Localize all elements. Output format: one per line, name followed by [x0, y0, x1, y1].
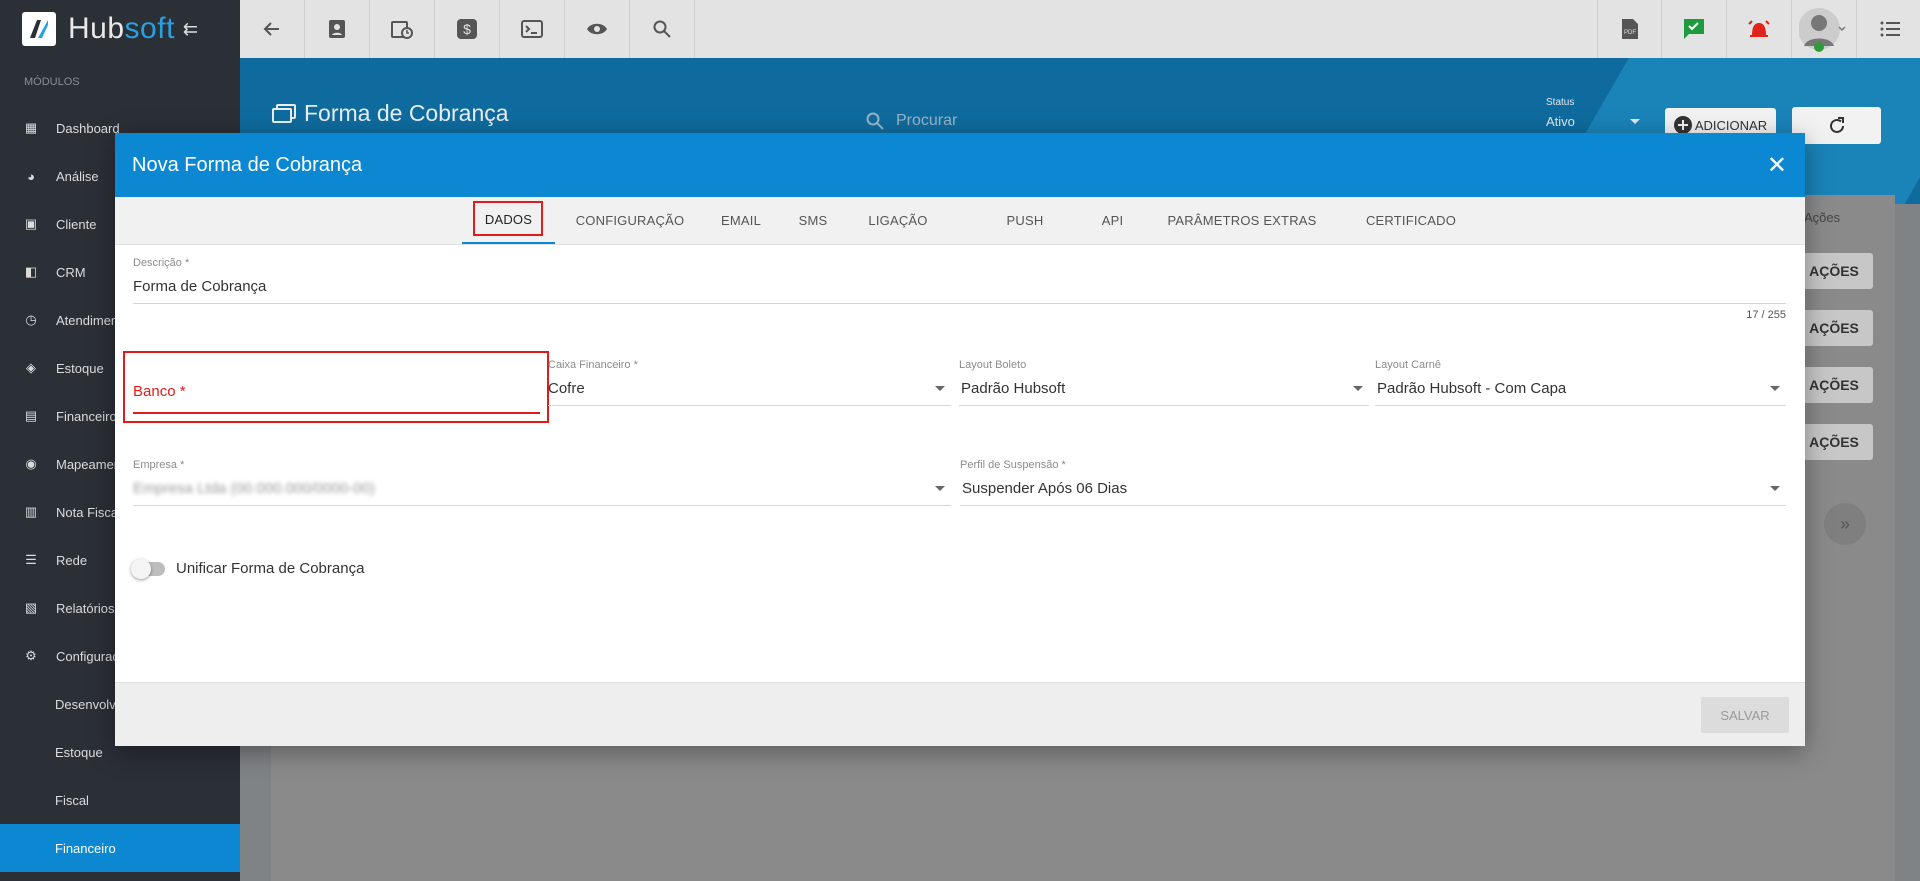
back-arrow-icon[interactable] [240, 0, 305, 58]
row-actions-button[interactable]: AÇÕES [1795, 424, 1873, 460]
description-input[interactable]: Forma de Cobrança [133, 278, 1786, 303]
user-avatar-icon[interactable] [1792, 0, 1857, 58]
unify-billing-toggle[interactable]: Unificar Forma de Cobrança [131, 558, 365, 579]
chevron-down-icon [935, 386, 945, 391]
sidebar-subitem-fiscal[interactable]: Fiscal [0, 776, 240, 824]
actions-column-header: Ações [1804, 210, 1841, 225]
page-title: Forma de Cobrança [272, 100, 509, 127]
sidebar-subitem-financeiro[interactable]: Financeiro [0, 824, 240, 872]
eye-icon[interactable] [565, 0, 630, 58]
company-value: Empresa Ltda (00.000.000/0000-00) [133, 480, 375, 497]
tab-api[interactable]: API [1081, 197, 1144, 244]
collapse-menu-icon[interactable]: ⇇ [183, 19, 198, 40]
calendar-icon: ◷ [25, 312, 37, 327]
new-billing-method-dialog: Nova Forma de Cobrança ✕ DADOS CONFIGURA… [115, 133, 1805, 746]
dialog-tabs: DADOS CONFIGURAÇÃO EMAIL SMS LIGAÇÃO PUS… [115, 197, 1805, 245]
list-menu-icon[interactable] [1857, 0, 1920, 58]
suspension-profile-select[interactable]: Perfil de Suspensão * Suspender Após 06 … [960, 459, 1786, 506]
dollar-icon[interactable]: $ [435, 0, 500, 58]
grid-icon: ▦ [24, 120, 38, 135]
search-icon [866, 112, 884, 130]
unify-billing-label: Unificar Forma de Cobrança [176, 560, 365, 577]
tab-parametros-extras[interactable]: PARÂMETROS EXTRAS [1149, 197, 1335, 244]
calendar-clock-icon[interactable] [370, 0, 435, 58]
close-icon[interactable]: ✕ [1767, 151, 1787, 180]
chevron-down-icon [1353, 386, 1363, 391]
company-label: Empresa * [133, 459, 185, 471]
pie-chart-icon: ◕ [27, 168, 35, 184]
description-field[interactable]: Descrição * Forma de Cobrança [133, 257, 1786, 304]
company-select[interactable]: Empresa * Empresa Ltda (00.000.000/0000-… [133, 459, 951, 506]
chat-check-icon[interactable] [1662, 0, 1727, 58]
alarm-bell-icon[interactable] [1727, 0, 1792, 58]
plus-circle-icon [1673, 116, 1692, 134]
row-actions-button[interactable]: AÇÕES [1795, 310, 1873, 346]
highlight-box-tab [473, 201, 543, 236]
chevron-down-icon [1770, 386, 1780, 391]
chevron-down-icon [935, 486, 945, 491]
tab-sms[interactable]: SMS [784, 197, 842, 244]
row-actions-button[interactable]: AÇÕES [1795, 367, 1873, 403]
search-placeholder: Procurar [896, 112, 958, 129]
cards-icon [272, 103, 296, 123]
status-label: Status [1546, 97, 1575, 108]
cash-register-value: Cofre [548, 380, 585, 397]
tab-email[interactable]: EMAIL [709, 197, 773, 244]
money-icon: ▤ [24, 408, 38, 423]
status-value: Ativo [1546, 114, 1575, 129]
gear-icon: ⚙ [25, 648, 37, 663]
save-button[interactable]: SALVAR [1701, 697, 1789, 733]
boleto-layout-value: Padrão Hubsoft [961, 380, 1066, 397]
bank-field[interactable]: Banco * [133, 383, 540, 414]
character-counter: 17 / 255 [1746, 309, 1786, 321]
document-icon: ▥ [24, 504, 38, 519]
description-label: Descrição * [133, 257, 190, 269]
box-icon: ◈ [26, 360, 36, 375]
contact-card-icon[interactable] [305, 0, 370, 58]
contact-icon: ▣ [24, 216, 38, 231]
carne-layout-select[interactable]: Layout Carnê Padrão Hubsoft - Com Capa [1375, 359, 1786, 406]
top-toolbar: Hubsoft ⇇ $ PDF [0, 0, 1920, 58]
report-icon: ▧ [24, 600, 38, 615]
boleto-layout-label: Layout Boleto [959, 359, 1027, 371]
map-pin-icon: ◉ [25, 456, 37, 471]
search-bar[interactable]: Procurar [866, 112, 957, 130]
tab-push[interactable]: PUSH [990, 197, 1060, 244]
brand-name: Hubsoft [68, 12, 175, 45]
pdf-icon[interactable]: PDF [1597, 0, 1662, 58]
boleto-layout-select[interactable]: Layout Boleto Padrão Hubsoft [959, 359, 1369, 406]
terminal-icon[interactable] [500, 0, 565, 58]
suspension-profile-value: Suspender Após 06 Dias [962, 480, 1128, 497]
search-icon[interactable] [630, 0, 695, 58]
tab-configuracao[interactable]: CONFIGURAÇÃO [565, 197, 695, 244]
carne-layout-value: Padrão Hubsoft - Com Capa [1377, 380, 1567, 397]
carne-layout-label: Layout Carnê [1375, 359, 1442, 371]
status-filter[interactable]: Status Ativo [1546, 97, 1646, 129]
chevron-down-icon [1770, 486, 1780, 491]
dialog-footer: SALVAR [115, 682, 1805, 746]
logo-area: Hubsoft ⇇ [0, 0, 240, 58]
chevron-down-icon [1630, 119, 1640, 124]
svg-text:$: $ [463, 21, 471, 37]
board-icon: ◧ [24, 264, 38, 279]
refresh-icon [1829, 116, 1844, 133]
suspension-profile-label: Perfil de Suspensão * [960, 459, 1066, 471]
dialog-header: Nova Forma de Cobrança ✕ [115, 133, 1805, 197]
sidebar-section-title: MÓDULOS [24, 76, 80, 88]
network-icon: ☰ [25, 552, 37, 567]
tab-certificado[interactable]: CERTIFICADO [1341, 197, 1481, 244]
dialog-title: Nova Forma de Cobrança [132, 153, 363, 176]
bank-label: Banco * [133, 383, 186, 400]
next-page-icon[interactable]: » [1824, 503, 1866, 545]
tab-ligacao[interactable]: LIGAÇÃO [856, 197, 940, 244]
row-actions-button[interactable]: AÇÕES [1795, 253, 1873, 289]
refresh-button[interactable] [1792, 107, 1881, 144]
cash-register-label: Caixa Financeiro * [548, 359, 638, 371]
cash-register-select[interactable]: Caixa Financeiro * Cofre [548, 359, 951, 406]
toggle-switch[interactable] [131, 558, 165, 579]
hubsoft-logo-icon [22, 12, 56, 46]
svg-text:PDF: PDF [1624, 30, 1636, 36]
